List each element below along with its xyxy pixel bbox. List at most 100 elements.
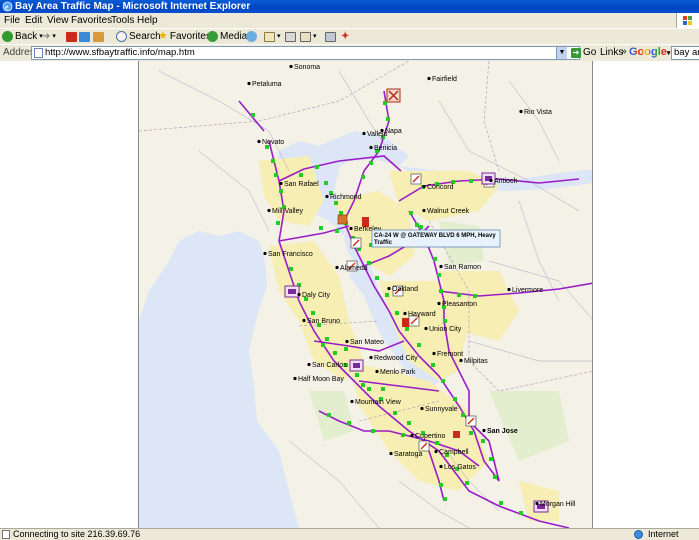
traffic-map-canvas[interactable]: Sonoma Petaluma Fairfield Napa Novato Vallejo… — [139, 61, 593, 528]
traffic-map[interactable]: Sonoma Petaluma Fairfield Napa Novato Vallejo… — [138, 61, 593, 528]
media-icon — [207, 31, 218, 42]
city-label: San Mateo — [350, 339, 384, 346]
edit-button[interactable]: ▾ — [300, 30, 317, 43]
city-dot — [325, 194, 329, 199]
city-dot — [437, 301, 441, 306]
city-label: Saratoga — [394, 451, 423, 458]
city-dot — [263, 251, 267, 256]
incident-marker-icon — [337, 214, 348, 225]
menu-file[interactable]: File — [4, 14, 20, 27]
menu-view[interactable]: View — [47, 14, 69, 27]
city-marker: Novato — [257, 139, 284, 146]
city-dot — [507, 287, 511, 292]
city-dot — [403, 311, 407, 316]
city-label: Redwood City — [374, 355, 418, 362]
city-marker: Pleasanton — [437, 301, 477, 308]
edit-icon — [300, 31, 311, 42]
incident-marker-icon — [402, 318, 409, 327]
chevron-down-icon: ▾ — [277, 33, 281, 40]
city-label: Antioch — [494, 178, 517, 185]
security-zone: Internet — [648, 529, 679, 539]
links-chevron-icon[interactable]: » — [621, 46, 627, 57]
city-label: Daly City — [302, 292, 331, 299]
print-icon — [285, 31, 296, 42]
go-arrow-icon: ➔ — [571, 48, 581, 58]
menu-edit[interactable]: Edit — [25, 14, 42, 27]
city-dot — [427, 76, 431, 81]
city-label: Livermore — [512, 287, 543, 294]
home-button[interactable] — [93, 30, 104, 43]
city-dot — [424, 326, 428, 331]
go-label: Go — [583, 47, 597, 58]
messenger-button[interactable]: ✦ — [341, 30, 349, 43]
city-label: Menlo Park — [380, 369, 416, 376]
city-label: Morgan Hill — [540, 501, 576, 508]
google-toolbar-logo[interactable]: Google▾ — [629, 46, 670, 60]
menu-tools[interactable]: Tools — [111, 14, 134, 27]
print-button[interactable] — [285, 30, 296, 43]
internet-explorer-icon: e — [2, 1, 13, 12]
back-label: Back — [15, 31, 38, 42]
city-dot — [459, 358, 463, 363]
city-label: San Carlos — [312, 362, 347, 369]
city-label: Napa — [385, 128, 402, 135]
city-marker: Vallejo — [362, 131, 388, 138]
stop-button[interactable] — [66, 30, 77, 43]
city-marker: Redwood City — [369, 355, 418, 362]
go-button[interactable]: ➔ Go — [571, 47, 596, 59]
city-label: Campbell — [439, 449, 469, 456]
city-label: Union City — [429, 326, 462, 333]
discuss-button[interactable] — [325, 30, 336, 43]
city-marker: Cupertino — [410, 433, 445, 440]
city-dot — [439, 464, 443, 469]
city-dot — [297, 292, 301, 297]
forward-button[interactable]: ➜ ▾ — [42, 30, 56, 43]
back-arrow-icon — [2, 31, 13, 42]
favorites-button[interactable]: ★ Favorites — [158, 30, 211, 43]
media-button[interactable]: Media — [207, 30, 247, 43]
media-label: Media — [220, 31, 248, 42]
menu-bar: File Edit View Favorites Tools Help — [0, 13, 699, 29]
address-dropdown-button[interactable]: ▼ — [556, 47, 567, 59]
traffic-popup: CA-24 W @ GATEWAY BLVD 6 MPH, Heavy Traf… — [371, 229, 501, 248]
city-label: Hayward — [408, 311, 436, 318]
city-dot — [307, 362, 311, 367]
popup-line-1: CA-24 W @ GATEWAY BLVD 6 MPH, Heavy — [374, 233, 496, 239]
city-label: Mill Valley — [272, 208, 303, 215]
address-input[interactable]: http://www.sfbaytraffic.info/map.htm — [31, 46, 580, 60]
city-marker: Sonoma — [289, 64, 320, 71]
city-dot — [293, 376, 297, 381]
city-marker: Daly City — [297, 292, 331, 299]
city-marker: Campbell — [434, 449, 469, 456]
city-marker: San Rafael — [279, 181, 319, 188]
city-dot — [422, 208, 426, 213]
favorites-label: Favorites — [169, 31, 211, 42]
city-dot — [279, 181, 283, 186]
city-marker: Alameda — [335, 265, 368, 272]
city-marker: San Jose — [482, 428, 518, 435]
city-marker: Petaluma — [247, 81, 282, 88]
city-dot — [439, 264, 443, 269]
menu-help[interactable]: Help — [137, 14, 158, 27]
city-dot — [267, 208, 271, 213]
city-dot — [387, 286, 391, 291]
mail-button[interactable]: ▾ — [264, 30, 281, 43]
history-button[interactable] — [246, 30, 257, 43]
google-search-input[interactable]: bay area — [671, 46, 699, 60]
menu-favorites[interactable]: Favorites — [71, 14, 112, 27]
city-dot — [482, 428, 486, 433]
search-button[interactable]: Search — [116, 30, 161, 43]
refresh-button[interactable] — [79, 30, 90, 43]
city-label: Benicia — [374, 145, 397, 152]
city-label: Fairfield — [432, 76, 457, 83]
discuss-icon — [325, 31, 336, 42]
city-marker: Fremont — [432, 351, 463, 358]
back-button[interactable]: Back ▾ — [2, 30, 43, 43]
refresh-icon — [79, 31, 90, 42]
links-button[interactable]: Links — [600, 47, 623, 59]
city-label: San Rafael — [284, 181, 319, 188]
google-logo-text: Google — [629, 46, 667, 58]
city-label: San Bruno — [307, 318, 340, 325]
city-marker: Mill Valley — [267, 208, 303, 215]
city-marker: Menlo Park — [375, 369, 416, 376]
